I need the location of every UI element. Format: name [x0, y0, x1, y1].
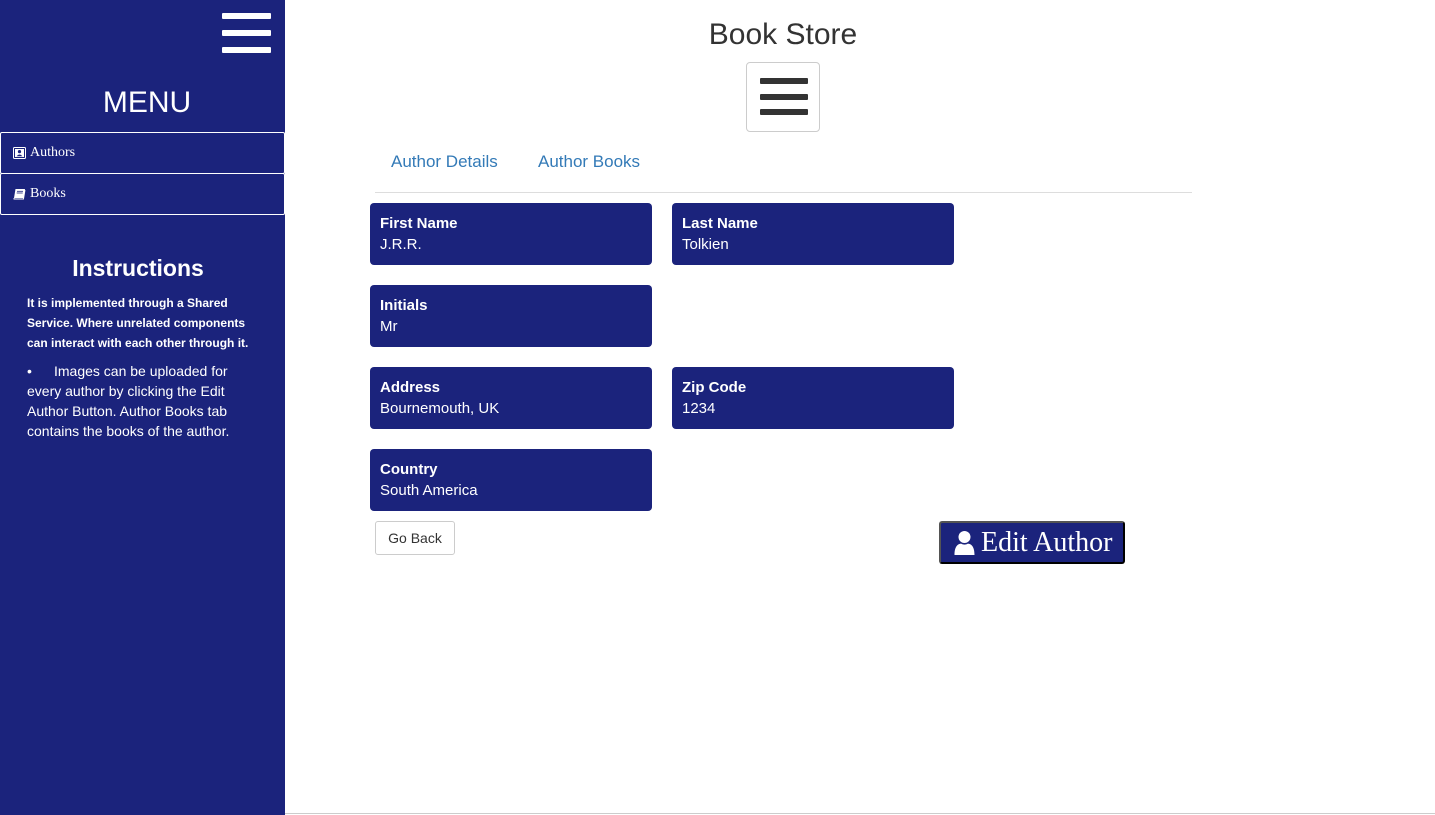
instructions-list-item: • Images can be uploaded for every author…	[27, 361, 247, 441]
zip-code-card: Zip Code 1234	[672, 367, 954, 429]
sidebar-item-authors[interactable]: Authors	[0, 132, 285, 174]
field-value: Tolkien	[682, 236, 729, 253]
go-back-button[interactable]: Go Back	[375, 521, 455, 555]
field-label: Country	[380, 461, 438, 478]
list-bullet: •	[27, 363, 32, 379]
instructions-paragraph: It is implemented through a Shared Servi…	[27, 296, 249, 350]
field-label: Zip Code	[682, 379, 747, 396]
field-value: 1234	[682, 400, 716, 417]
first-name-card: First Name J.R.R.	[370, 203, 652, 265]
book-icon	[13, 189, 26, 200]
address-book-icon	[13, 147, 26, 159]
country-card: Country South America	[370, 449, 652, 511]
instructions-title: Instructions	[72, 255, 204, 281]
field-value: Mr	[380, 318, 398, 335]
field-label: Initials	[380, 297, 428, 314]
tab-author-details[interactable]: Author Details	[391, 152, 498, 172]
sidebar-item-label: Authors	[30, 145, 76, 160]
field-value: J.R.R.	[380, 236, 422, 253]
initials-card: Initials Mr	[370, 285, 652, 347]
tab-author-books[interactable]: Author Books	[538, 152, 640, 172]
footer-divider	[285, 813, 1435, 814]
sidebar-item-label: Books	[30, 186, 66, 201]
edit-author-button[interactable]: Edit Author	[939, 521, 1125, 564]
sidebar: MENU Authors Books Instructions It is im…	[0, 0, 285, 815]
field-label: First Name	[380, 215, 458, 232]
edit-author-label: Edit Author	[981, 526, 1113, 558]
user-icon	[954, 530, 975, 555]
field-label: Address	[380, 379, 441, 396]
last-name-card: Last Name Tolkien	[672, 203, 954, 265]
field-label: Last Name	[682, 215, 758, 232]
navbar-toggle-hamburger-icon[interactable]	[746, 62, 820, 132]
tabs-divider	[375, 192, 1192, 193]
instructions-list-text: Images can be uploaded for every author …	[27, 363, 230, 439]
sidebar-toggle-hamburger-icon[interactable]	[222, 13, 271, 55]
address-card: Address Bournemouth, UK	[370, 367, 652, 429]
page-title: Book Store	[708, 18, 858, 51]
menu-title: MENU	[102, 86, 192, 119]
field-value: South America	[380, 482, 478, 499]
field-value: Bournemouth, UK	[380, 400, 500, 417]
sidebar-item-books[interactable]: Books	[0, 173, 285, 215]
